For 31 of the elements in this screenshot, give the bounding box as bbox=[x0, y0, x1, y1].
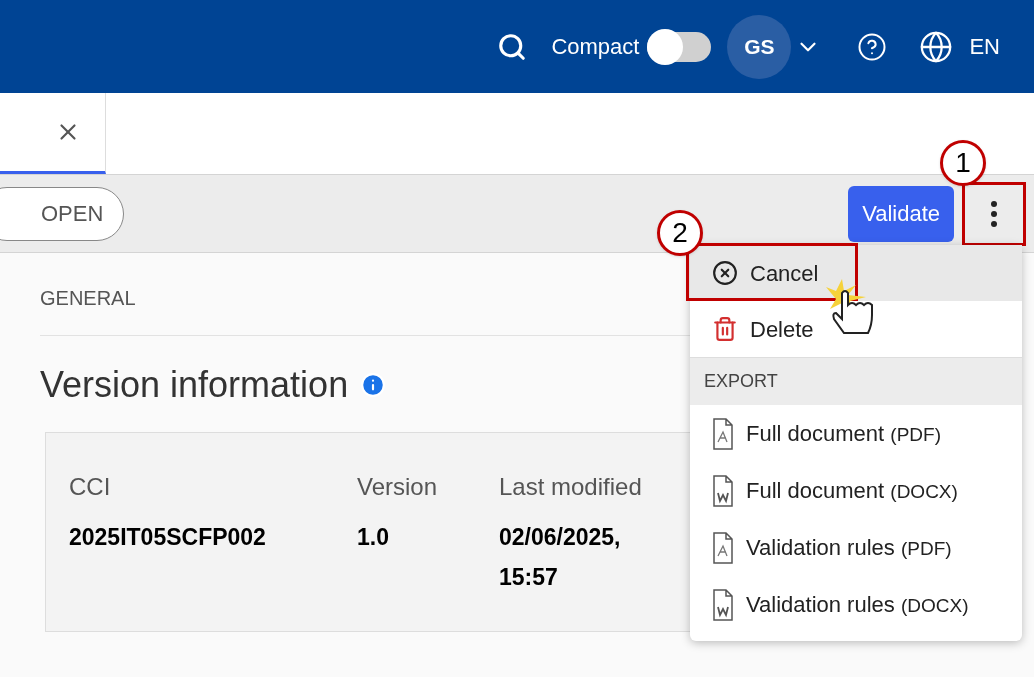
help-icon[interactable] bbox=[857, 31, 888, 62]
pdf-file-icon bbox=[712, 531, 734, 564]
menu-item[interactable]: Validation rules (PDF) bbox=[690, 519, 1022, 576]
trash-icon bbox=[712, 316, 738, 342]
export-heading: EXPORT bbox=[690, 357, 1022, 405]
menu-item[interactable]: Delete bbox=[690, 301, 1022, 357]
field-value: 2025IT05SCFP002 bbox=[69, 523, 267, 552]
kebab-icon bbox=[991, 200, 997, 227]
field-label: Last modified bbox=[499, 472, 643, 502]
callout-number: 1 bbox=[940, 140, 986, 186]
menu-item[interactable]: Full document (PDF) bbox=[690, 405, 1022, 462]
menu-item[interactable]: Validation rules (DOCX) bbox=[690, 576, 1022, 633]
field-value: 1.0 bbox=[357, 523, 390, 552]
globe-icon[interactable] bbox=[919, 29, 954, 64]
language-label[interactable]: EN bbox=[969, 30, 1000, 63]
pdf-file-icon bbox=[712, 417, 734, 450]
status-badge: OPEN bbox=[0, 186, 125, 241]
field-value: 02/06/2025, 15:57 bbox=[499, 523, 622, 592]
section-title: Version information bbox=[40, 363, 349, 407]
menu-item[interactable]: Full document (DOCX) bbox=[690, 462, 1022, 519]
cancel-icon bbox=[712, 260, 738, 286]
field-label: Version bbox=[357, 472, 439, 502]
compact-label: Compact bbox=[551, 33, 640, 61]
compact-toggle[interactable] bbox=[647, 31, 712, 62]
field-label: CCI bbox=[69, 472, 112, 502]
menu-item[interactable]: Cancel bbox=[690, 245, 1022, 301]
search-icon[interactable] bbox=[497, 31, 528, 62]
user-avatar[interactable]: GS bbox=[727, 14, 792, 79]
word-file-icon bbox=[712, 588, 734, 621]
word-file-icon bbox=[712, 474, 734, 507]
validate-button[interactable]: Validate bbox=[848, 185, 954, 242]
